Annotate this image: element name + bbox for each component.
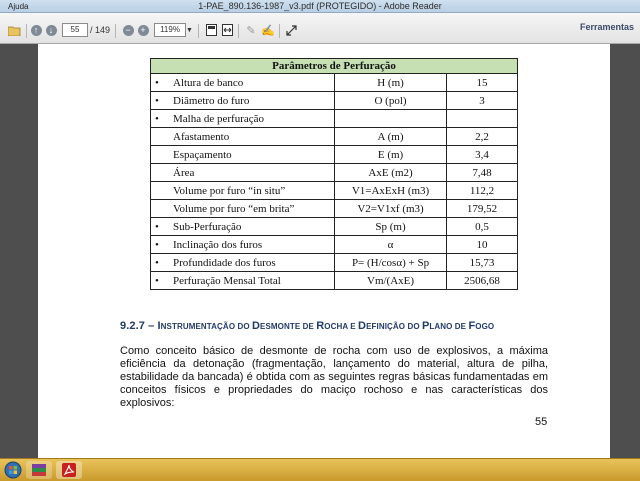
bullet: •: [155, 238, 159, 251]
formula-cell: A (m): [333, 127, 448, 146]
previous-page-button[interactable]: ↑: [28, 23, 44, 37]
bullet: •: [155, 220, 159, 233]
formula-cell: E (m): [333, 145, 448, 164]
chevron-down-icon[interactable]: ▼: [186, 23, 193, 37]
param-name-cell: Área: [150, 163, 335, 182]
param-name: Volume por furo “em brita”: [173, 202, 295, 215]
fullscreen-icon[interactable]: [283, 23, 299, 37]
param-name: Altura de banco: [173, 76, 244, 89]
section-number: 9.2.7 – I: [120, 320, 161, 332]
param-name: Diâmetro do furo: [173, 94, 250, 107]
table-row: Área AxE (m2) 7,48: [150, 163, 518, 182]
parameters-table: Parâmetros de Perfuração • Altura de banc…: [150, 58, 518, 290]
param-name-cell: • Altura de banco: [150, 73, 335, 92]
param-name: Espaçamento: [173, 148, 232, 161]
value-cell: 7,48: [446, 163, 518, 182]
page-total: / 149: [90, 25, 111, 35]
formula-cell: AxE (m2): [333, 163, 448, 182]
param-name-cell: • Diâmetro do furo: [150, 91, 335, 110]
table-row: Espaçamento E (m) 3,4: [150, 145, 518, 164]
start-orb-icon[interactable]: [0, 461, 26, 479]
next-page-button[interactable]: ↓: [43, 23, 59, 37]
formula-cell: V1=AxExH (m3): [333, 181, 448, 200]
formula-cell: V2=V1xf (m3): [333, 199, 448, 218]
value-cell: 15,73: [446, 253, 518, 272]
param-name: Inclinação dos furos: [173, 238, 263, 251]
bullet: •: [155, 256, 159, 269]
param-name-cell: Volume por furo “in situ”: [150, 181, 335, 200]
value-cell: 2506,68: [446, 271, 518, 290]
value-cell: 2,2: [446, 127, 518, 146]
value-cell: 15: [446, 73, 518, 92]
value-cell: 0,5: [446, 217, 518, 236]
param-name: Profundidade dos furos: [173, 256, 276, 269]
param-name-cell: • Sub-Perfuração: [150, 217, 335, 236]
value-cell: 3,4: [446, 145, 518, 164]
title-bar: Ajuda 1-PAE_890.136-1987_v3.pdf (PROTEGI…: [0, 0, 640, 13]
taskbar: [0, 458, 640, 481]
table-row: • Malha de perfuração: [150, 109, 518, 128]
toolbar: ↑ ↓ 55 / 149 − + 119% ▼ ✎ ✍ Ferramentas: [0, 13, 640, 44]
acrobat-icon[interactable]: [56, 461, 82, 479]
fit-width-icon[interactable]: [219, 23, 235, 37]
param-name: Perfuração Mensal Total: [173, 274, 281, 287]
sign-icon[interactable]: ✍: [260, 23, 276, 37]
param-name-cell: • Malha de perfuração: [150, 109, 335, 128]
formula-cell: Sp (m): [333, 217, 448, 236]
param-name-cell: • Perfuração Mensal Total: [150, 271, 335, 290]
value-cell: 10: [446, 235, 518, 254]
formula-cell: O (pol): [333, 91, 448, 110]
bullet: •: [155, 76, 159, 89]
comment-icon[interactable]: ✎: [243, 23, 259, 37]
param-name: Sub-Perfuração: [173, 220, 242, 233]
table-row: • Sub-Perfuração Sp (m) 0,5: [150, 217, 518, 236]
formula-cell: H (m): [333, 73, 448, 92]
pdf-page: Parâmetros de Perfuração • Altura de banc…: [38, 44, 610, 458]
table-row: • Inclinação dos furos α 10: [150, 235, 518, 254]
param-name-cell: Espaçamento: [150, 145, 335, 164]
table-row: Volume por furo “em brita” V2=V1xf (m3) 17…: [150, 199, 518, 218]
winrar-icon[interactable]: [26, 461, 52, 479]
section-heading: 9.2.7 – INSTRUMENTAÇÃO DO DESMONTE DE RO…: [120, 320, 495, 332]
param-name: Área: [173, 166, 195, 179]
formula-cell: α: [333, 235, 448, 254]
bullet: •: [155, 274, 159, 287]
open-file-icon[interactable]: [6, 23, 22, 37]
formula-cell: [333, 109, 448, 128]
tools-button[interactable]: Ferramentas: [580, 22, 634, 32]
table-row: Volume por furo “in situ” V1=AxExH (m3) 11…: [150, 181, 518, 200]
param-name-cell: Afastamento: [150, 127, 335, 146]
table-row: Afastamento A (m) 2,2: [150, 127, 518, 146]
body-paragraph: Como conceito básico de desmonte de roch…: [120, 345, 548, 409]
param-name: Malha de perfuração: [173, 112, 265, 125]
param-name-cell: • Inclinação dos furos: [150, 235, 335, 254]
param-name: Volume por furo “in situ”: [173, 184, 286, 197]
value-cell: [446, 109, 518, 128]
value-cell: 179,52: [446, 199, 518, 218]
param-name-cell: Volume por furo “em brita”: [150, 199, 335, 218]
document-viewer[interactable]: Parâmetros de Perfuração • Altura de banc…: [0, 44, 640, 458]
param-name: Afastamento: [173, 130, 230, 143]
table-title: Parâmetros de Perfuração: [150, 58, 518, 74]
zoom-select[interactable]: 119%: [154, 23, 186, 37]
fit-page-icon[interactable]: [203, 23, 219, 37]
formula-cell: P= (H/cosα) + Sp: [333, 253, 448, 272]
page-number: 55: [535, 416, 548, 428]
param-name-cell: • Profundidade dos furos: [150, 253, 335, 272]
page-number-input[interactable]: 55: [62, 23, 88, 37]
bullet: •: [155, 94, 159, 107]
formula-cell: Vm/(AxE): [333, 271, 448, 290]
window-title: 1-PAE_890.136-1987_v3.pdf (PROTEGIDO) - …: [198, 1, 442, 11]
table-row: • Altura de banco H (m) 15: [150, 73, 518, 92]
table-row: • Perfuração Mensal Total Vm/(AxE) 2506,68: [150, 271, 518, 290]
value-cell: 3: [446, 91, 518, 110]
zoom-in-button[interactable]: +: [135, 23, 151, 37]
zoom-out-button[interactable]: −: [120, 23, 136, 37]
table-row: • Diâmetro do furo O (pol) 3: [150, 91, 518, 110]
table-row: • Profundidade dos furos P= (H/cosα) + Sp 1…: [150, 253, 518, 272]
value-cell: 112,2: [446, 181, 518, 200]
bullet: •: [155, 112, 159, 125]
